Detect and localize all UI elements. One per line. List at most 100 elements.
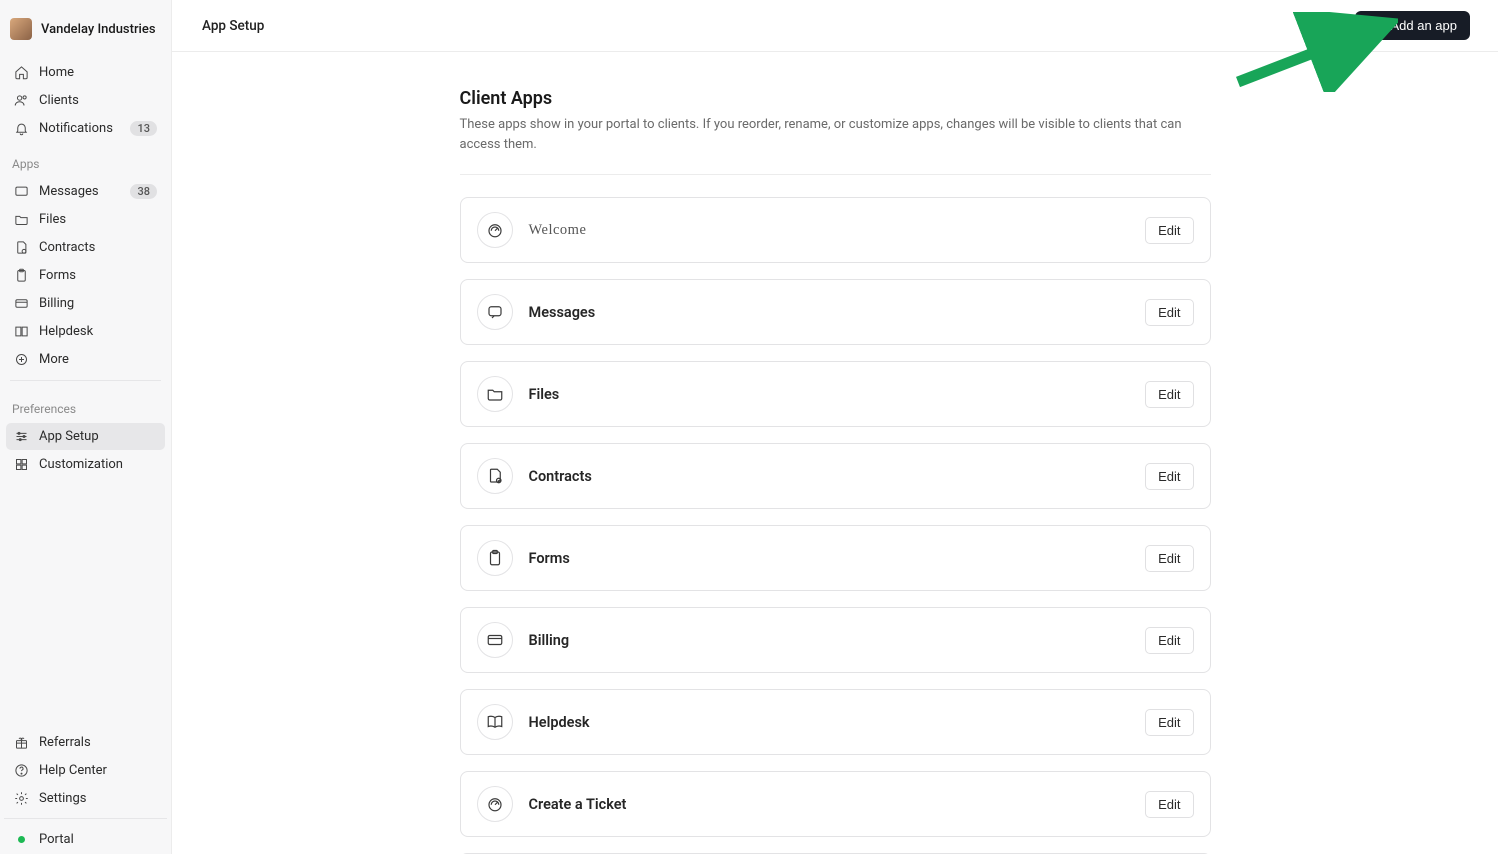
sidebar-item-referrals[interactable]: Referrals [6, 729, 165, 756]
sidebar-item-label: Portal [39, 832, 157, 847]
sidebar-item-forms[interactable]: Forms [6, 262, 165, 289]
sliders-icon [14, 429, 29, 444]
app-card[interactable]: Contracts Edit [460, 443, 1211, 509]
clipboard-icon [14, 268, 29, 283]
add-app-button-label: Add an app [1390, 18, 1457, 33]
sidebar-item-label: Referrals [39, 735, 157, 750]
plus-icon [1368, 19, 1382, 33]
grid-icon [14, 457, 29, 472]
sidebar-item-files[interactable]: Files [6, 206, 165, 233]
sidebar-item-app-setup[interactable]: App Setup [6, 423, 165, 450]
app-card[interactable]: Messages Edit [460, 279, 1211, 345]
sidebar-item-label: More [39, 352, 157, 367]
edit-button[interactable]: Edit [1145, 381, 1193, 408]
message-icon [14, 184, 29, 199]
notifications-badge: 13 [130, 121, 157, 136]
sidebar-item-notifications[interactable]: Notifications 13 [6, 115, 165, 142]
app-card-label: Messages [529, 304, 1130, 321]
page-title: App Setup [202, 18, 264, 34]
edit-button[interactable]: Edit [1145, 299, 1193, 326]
contracts-icon [14, 240, 29, 255]
clipboard-icon [477, 540, 513, 576]
sidebar-item-settings[interactable]: Settings [6, 785, 165, 812]
sidebar-footer: Referrals Help Center Settings Portal [0, 722, 171, 854]
sidebar-item-label: Home [39, 65, 157, 80]
sidebar-item-more[interactable]: More [6, 346, 165, 373]
sidebar-item-help-center[interactable]: Help Center [6, 757, 165, 784]
company-switcher[interactable]: Vandelay Industries [0, 0, 171, 58]
app-card-label: Contracts [529, 468, 1130, 485]
sidebar-item-label: Forms [39, 268, 157, 283]
app-card-label: Billing [529, 632, 1130, 649]
app-card[interactable]: Create a Ticket Edit [460, 771, 1211, 837]
sidebar-item-label: Messages [39, 184, 120, 199]
sidebar-item-portal[interactable]: Portal [6, 826, 165, 853]
sidebar: Vandelay Industries Home Clients Notific… [0, 0, 172, 854]
edit-button[interactable]: Edit [1145, 791, 1193, 818]
apps-list: WelcomeEditMessagesEditFilesEditContract… [460, 197, 1211, 854]
app-card[interactable]: Files Edit [460, 361, 1211, 427]
sidebar-item-clients[interactable]: Clients [6, 87, 165, 114]
sidebar-item-helpdesk[interactable]: Helpdesk [6, 318, 165, 345]
sidebar-item-label: Billing [39, 296, 157, 311]
sidebar-item-label: Files [39, 212, 157, 227]
app-card[interactable]: Forms Edit [460, 525, 1211, 591]
app-card[interactable]: Helpdesk Edit [460, 689, 1211, 755]
sidebar-section-apps: Apps [4, 143, 167, 177]
edit-button[interactable]: Edit [1145, 217, 1193, 244]
sidebar-item-label: Customization [39, 457, 157, 472]
app-card[interactable]: Welcome Edit [460, 197, 1211, 263]
book-icon [14, 324, 29, 339]
section-title: Client Apps [460, 88, 1211, 109]
sidebar-item-label: Help Center [39, 763, 157, 778]
sidebar-item-home[interactable]: Home [6, 59, 165, 86]
sidebar-item-contracts[interactable]: Contracts [6, 234, 165, 261]
edit-button[interactable]: Edit [1145, 709, 1193, 736]
folder-icon [477, 376, 513, 412]
edit-button[interactable]: Edit [1145, 627, 1193, 654]
app-card-label: Create a Ticket [529, 796, 1130, 813]
divider [460, 174, 1211, 175]
help-icon [14, 763, 29, 778]
app-card-label: Files [529, 386, 1130, 403]
card-icon [477, 622, 513, 658]
message-icon [477, 294, 513, 330]
contracts-icon [477, 458, 513, 494]
sidebar-item-label: Settings [39, 791, 157, 806]
book-icon [477, 704, 513, 740]
divider [10, 380, 161, 381]
app-card-label: Helpdesk [529, 714, 1130, 731]
sidebar-item-customization[interactable]: Customization [6, 451, 165, 478]
gear-icon [14, 791, 29, 806]
edit-button[interactable]: Edit [1145, 545, 1193, 572]
sidebar-item-label: Clients [39, 93, 157, 108]
bell-icon [14, 121, 29, 136]
gift-icon [14, 735, 29, 750]
more-icon [14, 352, 29, 367]
app-card-label: Welcome [529, 222, 1130, 239]
app-card[interactable]: Billing Edit [460, 607, 1211, 673]
sidebar-item-messages[interactable]: Messages 38 [6, 178, 165, 205]
company-name: Vandelay Industries [41, 22, 156, 37]
card-icon [14, 296, 29, 311]
add-app-button[interactable]: Add an app [1355, 11, 1470, 40]
main: App Setup Add an app Client Apps These a… [172, 0, 1498, 854]
messages-badge: 38 [130, 184, 157, 199]
sidebar-scroll: Home Clients Notifications 13 Apps Messa… [0, 58, 171, 722]
folder-icon [14, 212, 29, 227]
content: Client Apps These apps show in your port… [172, 52, 1498, 854]
company-avatar [10, 18, 32, 40]
sidebar-item-label: Helpdesk [39, 324, 157, 339]
users-icon [14, 93, 29, 108]
edit-button[interactable]: Edit [1145, 463, 1193, 490]
sidebar-item-label: Notifications [39, 121, 120, 136]
sidebar-item-billing[interactable]: Billing [6, 290, 165, 317]
sidebar-item-label: Contracts [39, 240, 157, 255]
dashboard-icon [477, 786, 513, 822]
sidebar-item-label: App Setup [39, 429, 157, 444]
status-dot-icon [18, 836, 25, 843]
section-desc: These apps show in your portal to client… [460, 115, 1211, 154]
home-icon [14, 65, 29, 80]
topbar: App Setup Add an app [172, 0, 1498, 52]
app-card-label: Forms [529, 550, 1130, 567]
